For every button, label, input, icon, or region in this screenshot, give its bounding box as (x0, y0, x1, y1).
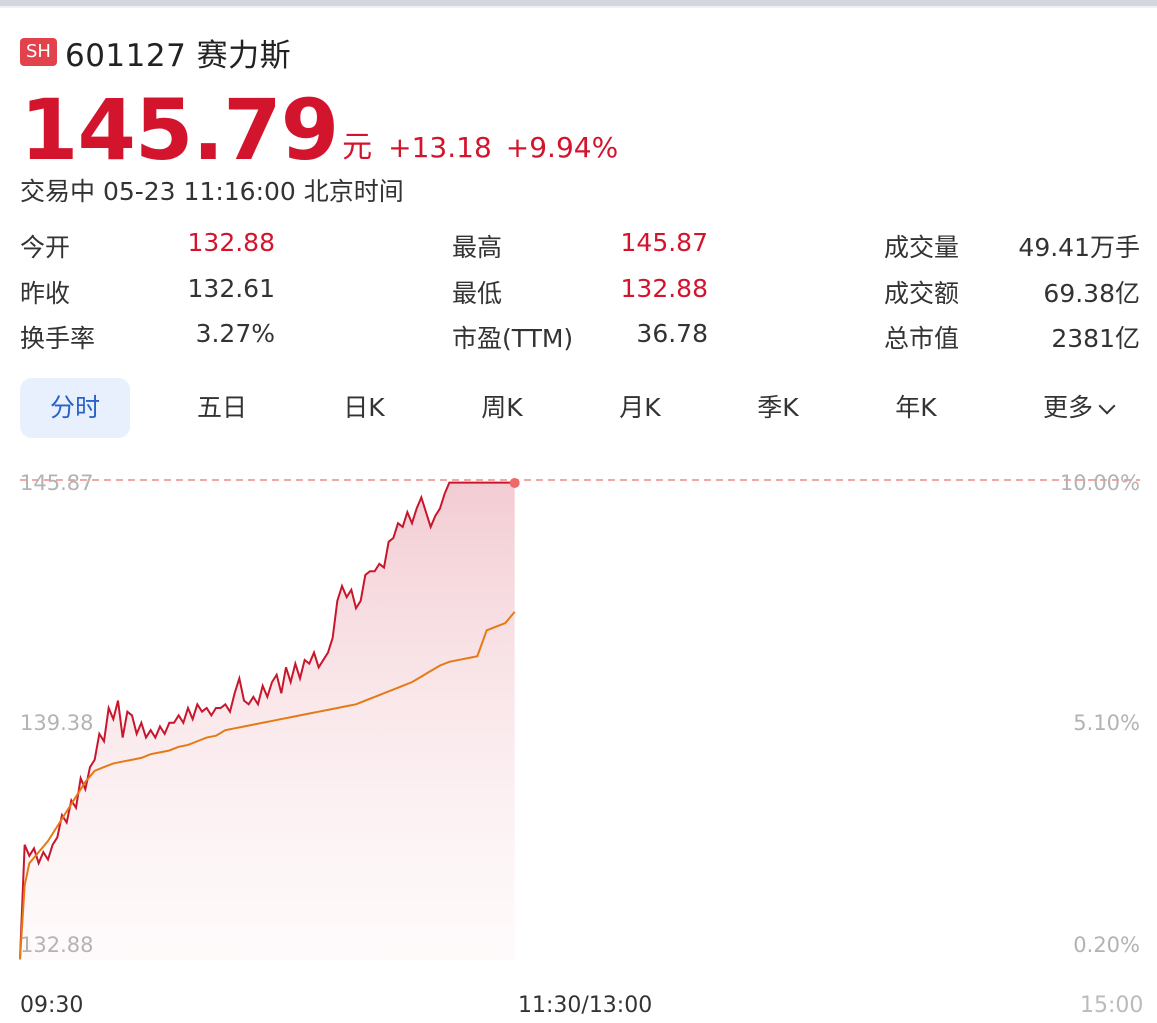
chart-period-tabs: 分时 五日 日K 周K 月K 季K 年K 更多 (20, 378, 1140, 438)
turnover-value: 3.27% (195, 319, 275, 348)
tab-monthly-k[interactable]: 月K (600, 378, 680, 438)
y-right-tick-label: 5.10% (1073, 711, 1140, 735)
y-left-tick-label: 139.38 (20, 711, 93, 735)
time-label-end: 15:00 (1080, 993, 1144, 1018)
price-unit: 元 (342, 130, 373, 165)
y-right-tick-label: 0.20% (1073, 933, 1140, 957)
prev-close-label: 昨收 (20, 279, 71, 308)
tab-yearly-k[interactable]: 年K (876, 378, 956, 438)
intraday-chart[interactable]: 145.87 139.38 132.88 10.00% 5.10% 0.20% (0, 460, 1157, 970)
tab-intraday[interactable]: 分时 (20, 378, 130, 438)
current-price-dot (509, 477, 520, 488)
price-change-percent: +9.94% (505, 131, 619, 164)
tab-weekly-k[interactable]: 周K (462, 378, 542, 438)
tab-more-label: 更多 (1042, 393, 1093, 422)
volume-label: 成交量 (884, 233, 960, 262)
current-price: 145.79 (20, 81, 339, 179)
y-right-tick-label: 10.00% (1060, 471, 1140, 495)
volume-value: 49.41万手 (1018, 233, 1140, 262)
price-change: +13.18 (388, 131, 492, 164)
mktcap-value: 2381亿 (1051, 324, 1140, 353)
open-label: 今开 (20, 233, 71, 262)
pe-label: 市盈(TTM) (452, 324, 574, 353)
amount-value: 69.38亿 (1043, 279, 1140, 308)
low-label: 最低 (452, 279, 503, 308)
high-label: 最高 (452, 233, 503, 262)
amount-label: 成交额 (884, 279, 960, 308)
turnover-label: 换手率 (20, 324, 96, 353)
low-value: 132.88 (620, 274, 708, 303)
high-value: 145.87 (620, 228, 708, 257)
y-left-tick-label: 132.88 (20, 933, 93, 957)
stock-title[interactable]: 601127 赛力斯 (65, 30, 291, 75)
tab-quarterly-k[interactable]: 季K (738, 378, 818, 438)
tab-more[interactable]: 更多 (1028, 378, 1128, 438)
price-row: 145.79 元 +13.18 +9.94% (20, 82, 618, 172)
mktcap-label: 总市值 (884, 324, 960, 353)
time-label-mid: 11:30/13:00 (518, 993, 653, 1018)
chevron-down-icon (1098, 397, 1116, 415)
tab-five-day[interactable]: 五日 (182, 378, 262, 438)
y-left-tick-label: 145.87 (20, 471, 93, 495)
tab-daily-k[interactable]: 日K (324, 378, 404, 438)
stock-header: SH 601127 赛力斯 (20, 30, 291, 75)
trading-status: 交易中 05-23 11:16:00 北京时间 (20, 177, 404, 206)
pe-value: 36.78 (636, 319, 708, 348)
time-label-start: 09:30 (20, 993, 84, 1018)
open-value: 132.88 (187, 228, 275, 257)
top-border-shadow (0, 6, 1157, 8)
prev-close-value: 132.61 (187, 274, 275, 303)
market-badge: SH (20, 38, 57, 66)
